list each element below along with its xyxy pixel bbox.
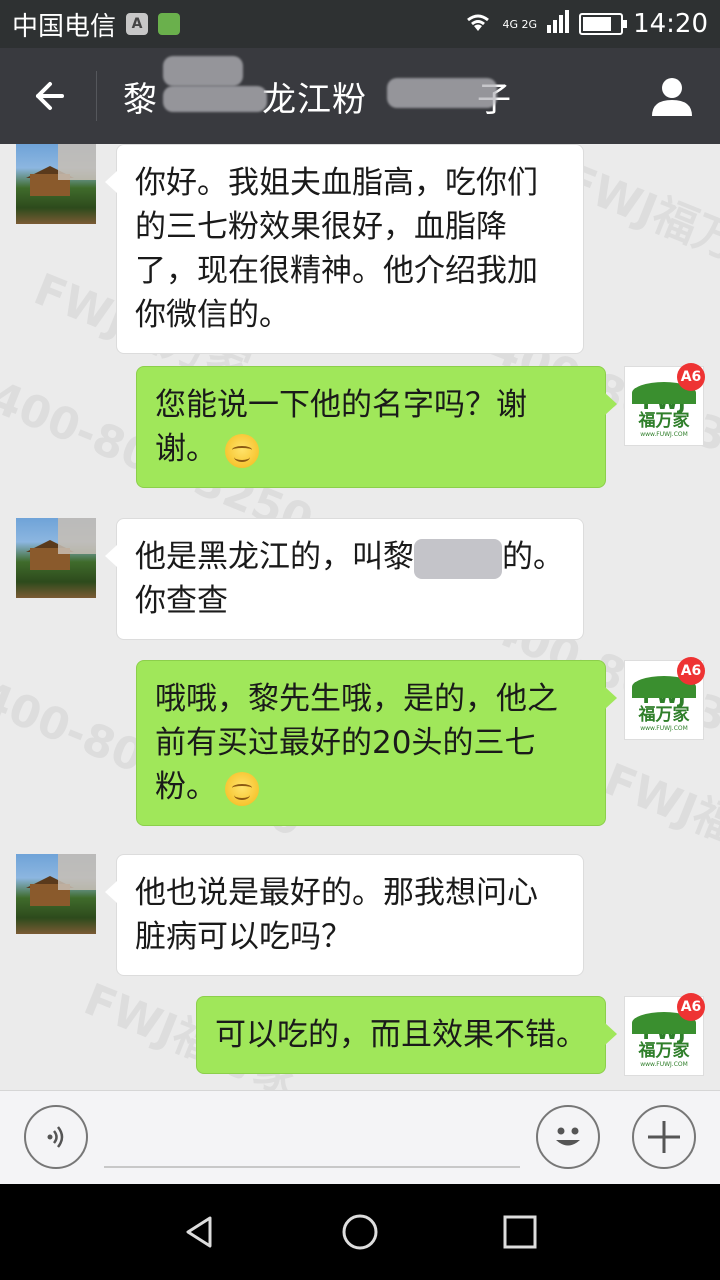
shield-icon [158, 13, 181, 35]
carrier-label: 中国电信 [12, 11, 117, 42]
nav-home-button[interactable] [328, 1200, 392, 1264]
voice-button[interactable] [24, 1105, 88, 1169]
watermark: FWJ福万家 [597, 754, 720, 887]
triangle-back-icon [186, 1216, 212, 1248]
avatar[interactable] [16, 144, 96, 224]
wifi-icon [463, 9, 493, 40]
message-bubble[interactable]: 你好。我姐夫血脂高，吃你们的三七粉效果很好，血脂降了，现在很精神。他介绍我加你微… [105, 144, 584, 354]
smiley-emoji-icon [225, 771, 259, 806]
back-button[interactable] [0, 48, 96, 144]
message-bubble[interactable]: 可以吃的，而且效果不错。 [196, 996, 617, 1074]
redaction-blur [387, 77, 497, 108]
nav-recents-button[interactable] [488, 1200, 552, 1264]
square-recents-icon [503, 1215, 537, 1249]
smiley-emoji-icon [225, 433, 259, 468]
status-badge: A6 [677, 993, 705, 1021]
status-badge: A6 [677, 363, 705, 391]
input-bar [0, 1090, 720, 1184]
signal-icon [547, 9, 570, 40]
avatar[interactable] [16, 518, 96, 598]
battery-icon [579, 13, 628, 35]
person-icon [652, 78, 692, 116]
arrow-left-icon [36, 82, 64, 110]
avatar[interactable] [16, 854, 96, 934]
chat-title: 黎龙江粉子 [123, 55, 512, 121]
message-bubble[interactable]: 他是黑龙江的，叫黎 的。你查查 [105, 518, 584, 640]
redaction-blur [414, 538, 502, 579]
a-icon: A [126, 13, 149, 35]
message-input[interactable] [104, 1166, 520, 1168]
status-badge: A6 [677, 657, 705, 685]
chat-header: 黎龙江粉子 [0, 48, 720, 144]
plus-icon [648, 1121, 680, 1153]
redaction-blur [163, 55, 243, 86]
avatar[interactable]: FWJ 福万家 www.FUWJ.COM A6 [624, 363, 705, 446]
profile-button[interactable] [624, 48, 720, 144]
redaction-blur [163, 85, 267, 112]
network-label: 4G 2G [502, 17, 538, 31]
chat-area[interactable]: FWJ福万家 FWJ福万家 400-800-3250 400-800-3250 … [0, 144, 720, 1090]
message-bubble[interactable]: 您能说一下他的名字吗？谢谢。 [136, 366, 617, 488]
circle-home-icon [342, 1214, 378, 1250]
status-bar: 中国电信 A 4G 2G 14:20 [0, 0, 720, 48]
voice-icon [47, 1126, 64, 1148]
clock: 14:20 [633, 9, 708, 39]
avatar[interactable]: FWJ 福万家 www.FUWJ.COM A6 [624, 657, 705, 740]
nav-back-button[interactable] [168, 1200, 232, 1264]
smiley-icon [556, 1127, 580, 1146]
emoji-button[interactable] [536, 1105, 600, 1169]
avatar[interactable]: FWJ 福万家 www.FUWJ.COM A6 [624, 993, 705, 1076]
message-bubble[interactable]: 哦哦，黎先生哦，是的，他之前有买过最好的20头的三七粉。 [136, 660, 617, 826]
system-nav-bar [0, 1184, 720, 1280]
message-bubble[interactable]: 他也说是最好的。那我想问心脏病可以吃吗？ [105, 854, 584, 976]
plus-button[interactable] [632, 1105, 696, 1169]
header-divider [96, 71, 97, 121]
